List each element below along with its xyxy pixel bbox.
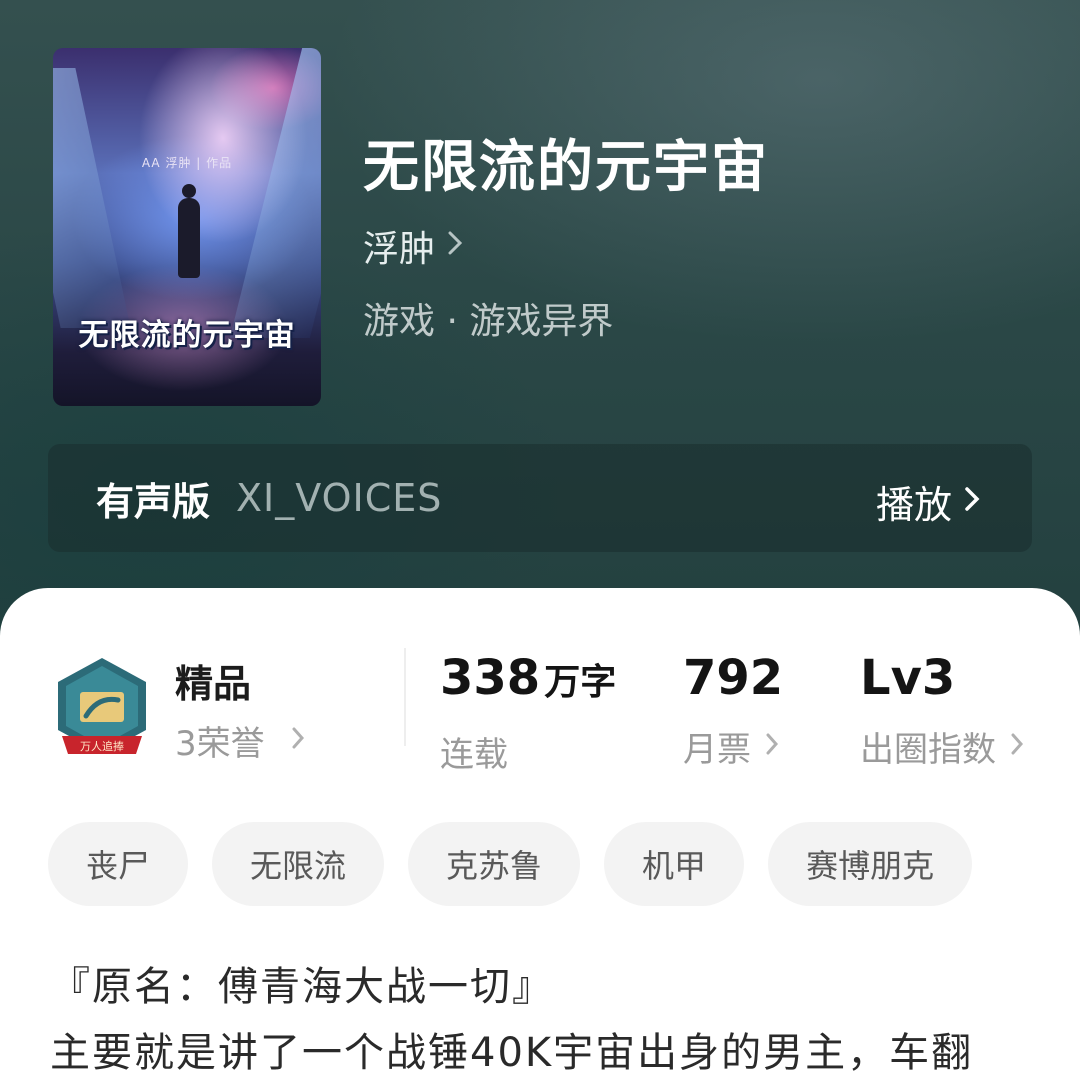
- description-line: 主要就是讲了一个战锤40K宇宙出身的男主，车翻: [50, 1030, 974, 1076]
- chevron-right-icon: [291, 724, 305, 757]
- description-line: 『原名：傅青海大战一切』: [50, 964, 554, 1010]
- tag-chip[interactable]: 丧尸: [48, 822, 189, 906]
- word-count-unit: 万字: [544, 662, 617, 703]
- audio-voice-name: XI_VOICES: [236, 476, 443, 520]
- audio-edition-label: 有声版: [96, 479, 211, 524]
- cover-byline: AA 浮肿 | 作品: [141, 156, 233, 170]
- popularity-index-stat[interactable]: Lv3 出圈指数: [860, 650, 1024, 771]
- play-label: 播放: [875, 483, 952, 527]
- chevron-right-icon: [765, 730, 779, 763]
- popularity-index-label: 出圈指数: [860, 730, 996, 770]
- chevron-right-icon: [964, 483, 980, 521]
- honors-count: 3荣誉: [175, 724, 265, 764]
- popularity-level-value: Lv3: [860, 650, 956, 706]
- premium-stat[interactable]: 精品 3荣誉: [175, 653, 305, 765]
- cover-title: 无限流的元宇宙: [78, 318, 296, 353]
- book-genre[interactable]: 游戏 · 游戏异界: [363, 292, 613, 344]
- tag-chip[interactable]: 机甲: [604, 822, 745, 906]
- cover-art-shard: [229, 48, 321, 338]
- tag-chip[interactable]: 克苏鲁: [408, 822, 581, 906]
- serial-status: 连载: [440, 735, 508, 775]
- book-title: 无限流的元宇宙: [363, 134, 769, 200]
- chevron-right-icon: [1010, 730, 1024, 763]
- premium-label: 精品: [175, 662, 252, 706]
- premium-badge-icon[interactable]: 万人追捧: [52, 656, 152, 762]
- tag-chip[interactable]: 无限流: [212, 822, 385, 906]
- play-button[interactable]: 播放: [876, 474, 980, 529]
- honors-link[interactable]: 3荣誉: [175, 716, 305, 765]
- monthly-votes-stat[interactable]: 792 月票: [683, 650, 783, 771]
- word-count-value: 338: [440, 650, 541, 706]
- cover-figure: [178, 184, 200, 278]
- stats-divider: [404, 648, 406, 746]
- badge-ribbon-text: 万人追捧: [80, 739, 124, 753]
- book-cover[interactable]: AA 浮肿 | 作品 无限流的元宇宙: [53, 48, 321, 406]
- author-link[interactable]: 浮肿: [363, 220, 463, 272]
- cover-art-shard: [53, 68, 131, 328]
- tag-list: 丧尸 无限流 克苏鲁 机甲 赛博朋克: [48, 822, 996, 906]
- monthly-votes-value: 792: [683, 650, 784, 706]
- audio-edition-bar[interactable]: 有声版 XI_VOICES 播放: [48, 444, 1032, 552]
- monthly-votes-label: 月票: [683, 730, 751, 770]
- author-name: 浮肿: [363, 229, 436, 270]
- tag-chip[interactable]: 赛博朋克: [768, 822, 973, 906]
- word-count-stat: 338 万字 连载: [440, 650, 616, 776]
- hero-header: AA 浮肿 | 作品 无限流的元宇宙 无限流的元宇宙 浮肿 游戏 · 游戏异界 …: [0, 0, 1080, 640]
- chevron-right-icon: [447, 229, 463, 264]
